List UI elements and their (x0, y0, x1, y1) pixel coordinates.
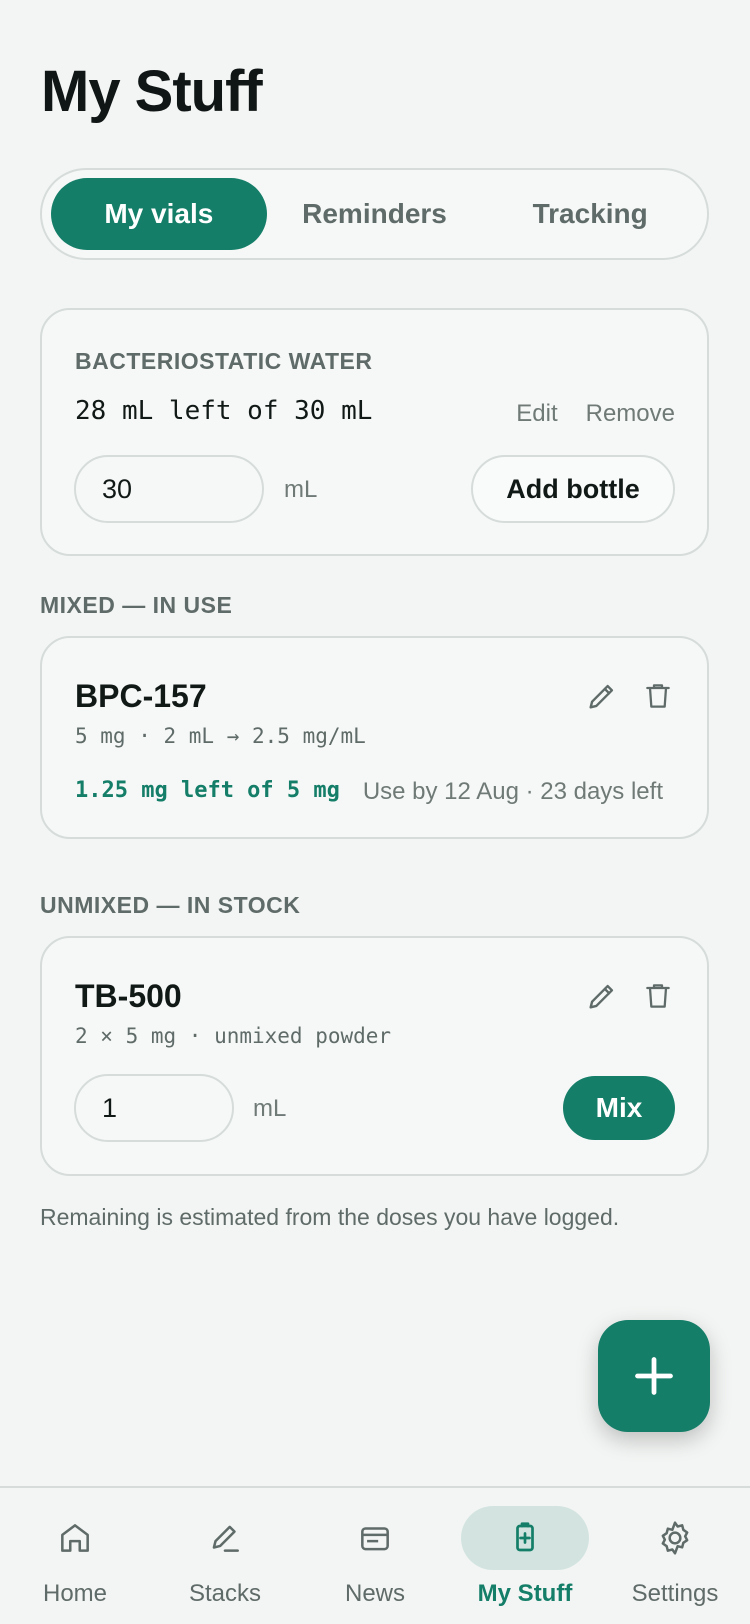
add-bottle-button[interactable]: Add bottle (471, 455, 675, 523)
nav-item-my-stuff[interactable]: My Stuff (450, 1488, 600, 1624)
remove-link[interactable]: Remove (586, 400, 675, 428)
add-fab-button[interactable] (598, 1320, 710, 1432)
plus-icon (635, 1357, 673, 1395)
edit-icon[interactable] (582, 676, 622, 716)
nav-label: Stacks (188, 1580, 262, 1607)
nav-label: My Stuff (477, 1580, 573, 1607)
vial-name: BPC-157 (75, 678, 207, 714)
edit-link[interactable]: Edit (516, 400, 557, 428)
unmixed-section-label: UNMIXED — IN STOCK (40, 892, 301, 918)
mixed-vial-card[interactable]: BPC-157 5 mg · 2 mL → 2.5 mg/mL 1.25 mg … (40, 636, 709, 839)
trash-icon[interactable] (638, 976, 678, 1016)
tab-reminders[interactable]: Reminders (267, 178, 483, 250)
nav-label: News (344, 1580, 405, 1607)
vial-name: TB-500 (75, 978, 182, 1014)
water-amount-input[interactable]: 30 (74, 455, 264, 523)
vial-spec: 5 mg · 2 mL → 2.5 mg/mL (75, 724, 366, 748)
tab-bar: My vials Reminders Tracking (40, 168, 709, 260)
nav-item-news[interactable]: News (300, 1488, 450, 1624)
footnote: Remaining is estimated from the doses yo… (40, 1204, 620, 1230)
edit-icon[interactable] (582, 976, 622, 1016)
mix-button[interactable]: Mix (563, 1076, 675, 1140)
tab-tracking[interactable]: Tracking (482, 178, 698, 250)
gear-icon (661, 1521, 689, 1555)
nav-item-stacks[interactable]: Stacks (150, 1488, 300, 1624)
bottom-nav: Home Stacks News My Stuff Settings (0, 1486, 750, 1624)
vial-spec: 2 × 5 mg · unmixed powder (75, 1024, 392, 1048)
tab-my-vials[interactable]: My vials (51, 178, 267, 250)
unit-label: mL (253, 1095, 287, 1122)
water-label: BACTERIOSTATIC WATER (75, 348, 373, 374)
vial-icon (516, 1522, 534, 1552)
use-by-date: Use by 12 Aug · 23 days left (362, 778, 663, 805)
water-amount-input[interactable]: 1 (74, 1074, 234, 1142)
nav-label: Home (42, 1580, 108, 1607)
trash-icon[interactable] (638, 676, 678, 716)
remaining-amount: 1.25 mg left of 5 mg (75, 778, 340, 803)
water-unit-label: mL (284, 476, 318, 503)
nav-item-home[interactable]: Home (0, 1488, 150, 1624)
nav-item-settings[interactable]: Settings (600, 1488, 750, 1624)
nav-label: Settings (631, 1580, 719, 1607)
pen-icon (212, 1525, 239, 1552)
home-icon (61, 1524, 89, 1552)
water-remaining: 28 mL left of 30 mL (75, 396, 373, 426)
mixed-section-label: MIXED — IN USE (40, 592, 233, 618)
unmixed-vial-card[interactable]: TB-500 2 × 5 mg · unmixed powder 1 mL Mi… (40, 936, 709, 1176)
water-card: BACTERIOSTATIC WATER 28 mL left of 30 mL… (40, 308, 709, 556)
page-title: My Stuff (41, 59, 263, 124)
news-icon (361, 1527, 389, 1551)
